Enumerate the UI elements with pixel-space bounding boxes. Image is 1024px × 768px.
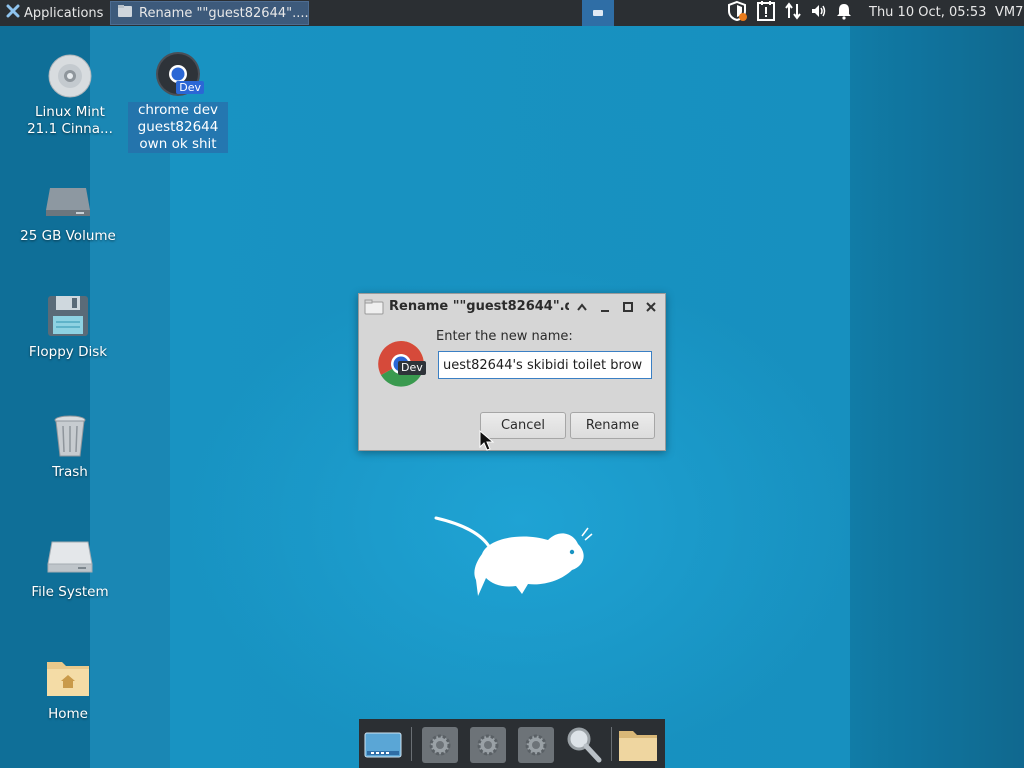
mouse-pointer-icon xyxy=(479,429,495,456)
dock-search-button[interactable] xyxy=(563,725,605,765)
dock-settings-button[interactable] xyxy=(467,725,509,765)
notifications-bell-icon[interactable] xyxy=(836,2,852,24)
desktop-icon-home[interactable]: Home xyxy=(18,654,118,723)
desktop-icon-label: chrome dev guest82644 own ok shit xyxy=(128,102,228,153)
hard-drive-icon xyxy=(46,532,94,580)
dock-settings-button[interactable] xyxy=(515,725,557,765)
settings-gear-icon xyxy=(470,727,506,763)
minimize-icon[interactable] xyxy=(596,298,614,316)
applications-menu-button[interactable]: Applications xyxy=(2,2,107,24)
workspace-switcher[interactable] xyxy=(582,0,614,26)
clock[interactable]: Thu 10 Oct, 05:53 xyxy=(869,0,986,26)
desktop-icon-chrome-dev[interactable]: Dev chrome dev guest82644 own ok shit xyxy=(128,50,228,153)
hard-drive-icon xyxy=(44,176,92,224)
top-panel: Applications Rename ""guest82644".... Th… xyxy=(0,0,1024,26)
xfce-logo-icon xyxy=(6,4,20,22)
chrome-dev-icon: Dev xyxy=(376,339,428,391)
rename-prompt-label: Enter the new name: xyxy=(436,329,573,344)
dock-file-manager-button[interactable] xyxy=(617,725,659,765)
desktop-icon-label: Floppy Disk xyxy=(28,344,108,360)
update-notifier-icon[interactable] xyxy=(756,0,776,26)
trash-icon xyxy=(46,412,94,460)
xfce-mouse-logo xyxy=(432,514,594,600)
show-desktop-icon xyxy=(364,732,402,758)
dock-settings-button[interactable] xyxy=(419,725,461,765)
wallpaper-stripe xyxy=(850,26,1024,768)
dock-separator xyxy=(611,727,612,761)
desktop-icon-label: Trash xyxy=(52,464,88,480)
shield-icon[interactable] xyxy=(726,0,748,26)
new-name-input[interactable] xyxy=(438,351,652,379)
network-icon[interactable] xyxy=(784,2,802,24)
folder-icon xyxy=(619,731,657,761)
volume-icon[interactable] xyxy=(810,2,828,24)
chrome-dev-icon: Dev xyxy=(154,50,204,98)
dev-badge: Dev xyxy=(176,81,204,94)
optical-disc-icon xyxy=(46,52,94,100)
shade-up-icon[interactable] xyxy=(573,298,591,316)
taskbar-window-button[interactable]: Rename ""guest82644".... xyxy=(110,1,309,25)
show-desktop-button[interactable] xyxy=(362,725,404,765)
desktop-icon-file-system[interactable]: File System xyxy=(20,532,120,601)
desktop-icon-linux-mint-disc[interactable]: Linux Mint 21.1 Cinna... xyxy=(20,52,120,138)
desktop-icon-trash[interactable]: Trash xyxy=(20,412,120,481)
rename-dialog: Rename ""guest82644".de Dev Enter the ne… xyxy=(358,293,666,451)
desktop-icon-25gb-volume[interactable]: 25 GB Volume xyxy=(18,176,118,245)
system-tray xyxy=(726,0,852,26)
dev-badge: Dev xyxy=(398,361,426,375)
dialog-titlebar[interactable]: Rename ""guest82644".de xyxy=(359,294,665,320)
close-icon[interactable] xyxy=(642,298,660,316)
rename-button[interactable]: Rename xyxy=(570,412,655,439)
desktop-icon-label: File System xyxy=(31,584,109,600)
workspace-indicator xyxy=(593,10,603,16)
desktop-icon-label: Home xyxy=(48,706,88,722)
dock-separator xyxy=(411,727,412,761)
search-magnifier-icon xyxy=(567,727,602,763)
desktop: Applications Rename ""guest82644".... Th… xyxy=(0,0,1024,768)
folder-icon xyxy=(117,4,133,22)
desktop-icon-floppy-disk[interactable]: Floppy Disk xyxy=(18,292,118,361)
applications-label: Applications xyxy=(24,5,104,21)
dock-panel xyxy=(359,719,665,768)
taskbar-window-title: Rename ""guest82644".... xyxy=(139,5,309,21)
settings-gear-icon xyxy=(422,727,458,763)
maximize-icon[interactable] xyxy=(619,298,637,316)
folder-icon xyxy=(364,299,384,319)
user-menu[interactable]: VM7 xyxy=(995,0,1023,26)
dialog-title: Rename ""guest82644".de xyxy=(389,299,569,314)
settings-gear-icon xyxy=(518,727,554,763)
home-folder-icon xyxy=(44,654,92,702)
floppy-disk-icon xyxy=(44,292,92,340)
desktop-icon-label: 25 GB Volume xyxy=(20,228,116,244)
desktop-icon-label: Linux Mint 21.1 Cinna... xyxy=(27,104,113,137)
